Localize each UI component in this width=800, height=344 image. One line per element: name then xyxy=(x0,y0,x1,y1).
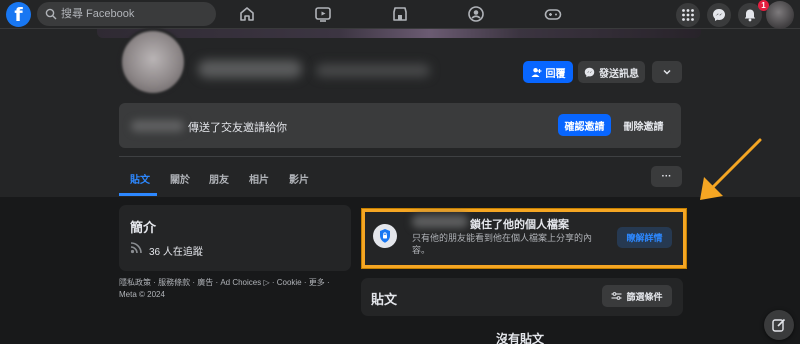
learn-more-button[interactable]: 瞭解詳情 xyxy=(617,227,672,248)
chevron-down-icon xyxy=(663,69,671,75)
more-options-button[interactable] xyxy=(652,61,682,83)
friend-request-text: 傳送了交友邀請給你 xyxy=(188,122,287,134)
rss-followers-icon xyxy=(130,242,142,254)
messenger-button[interactable] xyxy=(707,3,731,27)
locked-profile-title: 鎖住了他的個人檔案 xyxy=(470,219,569,231)
home-icon[interactable] xyxy=(238,5,256,23)
intro-card xyxy=(119,205,351,271)
no-posts-text: 沒有貼文 xyxy=(496,332,545,344)
friend-icon xyxy=(531,67,541,77)
posts-title: 貼文 xyxy=(371,292,398,307)
tabs-more-button[interactable]: ··· xyxy=(651,166,682,187)
delete-request-button[interactable]: 刪除邀請 xyxy=(616,114,671,136)
send-message-button[interactable]: 發送訊息 xyxy=(578,61,645,83)
video-icon[interactable] xyxy=(314,5,332,23)
top-navigation-bar: f 1 xyxy=(0,0,800,29)
filter-label: 篩選條件 xyxy=(626,291,663,302)
messenger-icon xyxy=(584,67,595,77)
tab-photos[interactable]: 相片 xyxy=(249,171,269,186)
profile-subname-redacted xyxy=(316,64,430,77)
annotation-arrow-icon xyxy=(700,138,762,200)
search-icon xyxy=(45,8,57,20)
header-divider xyxy=(119,156,681,157)
active-tab-indicator xyxy=(119,193,157,196)
requester-name-redacted xyxy=(131,120,184,132)
reply-button[interactable]: 回覆 xyxy=(523,61,573,83)
facebook-logo[interactable]: f xyxy=(6,2,31,27)
tab-posts[interactable]: 貼文 xyxy=(130,171,150,186)
cover-photo[interactable] xyxy=(97,29,701,38)
send-message-label: 發送訊息 xyxy=(599,68,639,80)
marketplace-icon[interactable] xyxy=(391,5,409,23)
intro-title: 簡介 xyxy=(130,220,157,235)
filter-button[interactable]: 篩選條件 xyxy=(602,285,672,307)
menu-grid-icon xyxy=(682,9,694,21)
menu-button[interactable] xyxy=(676,3,700,27)
locked-profile-description: 只有他的朋友能看到他在個人檔案上分享的內容。 xyxy=(412,233,593,255)
tab-friends[interactable]: 朋友 xyxy=(209,171,229,186)
tab-about[interactable]: 關於 xyxy=(170,171,190,186)
filter-sliders-icon xyxy=(611,292,622,300)
groups-icon[interactable] xyxy=(467,5,485,23)
notifications-icon xyxy=(744,9,756,22)
shield-lock-icon xyxy=(373,224,397,248)
new-message-button[interactable] xyxy=(764,310,794,340)
profile-name-redacted xyxy=(198,60,302,78)
profile-picture[interactable] xyxy=(119,28,187,96)
account-avatar[interactable] xyxy=(766,1,794,29)
followers-count[interactable]: 36 人在追蹤 xyxy=(149,243,203,258)
search-input[interactable] xyxy=(61,2,211,26)
tab-videos[interactable]: 影片 xyxy=(289,171,309,186)
gaming-icon[interactable] xyxy=(544,5,562,23)
confirm-request-button[interactable]: 確認邀請 xyxy=(558,114,611,136)
footer-links[interactable]: 隱私政策 · 服務條款 · 廣告 · Ad Choices ▷ · Cookie… xyxy=(119,277,349,301)
compose-icon xyxy=(772,318,786,332)
locked-user-name-redacted xyxy=(412,215,468,228)
reply-label: 回覆 xyxy=(545,68,566,80)
messenger-icon xyxy=(713,9,725,21)
search-box[interactable] xyxy=(37,2,216,26)
